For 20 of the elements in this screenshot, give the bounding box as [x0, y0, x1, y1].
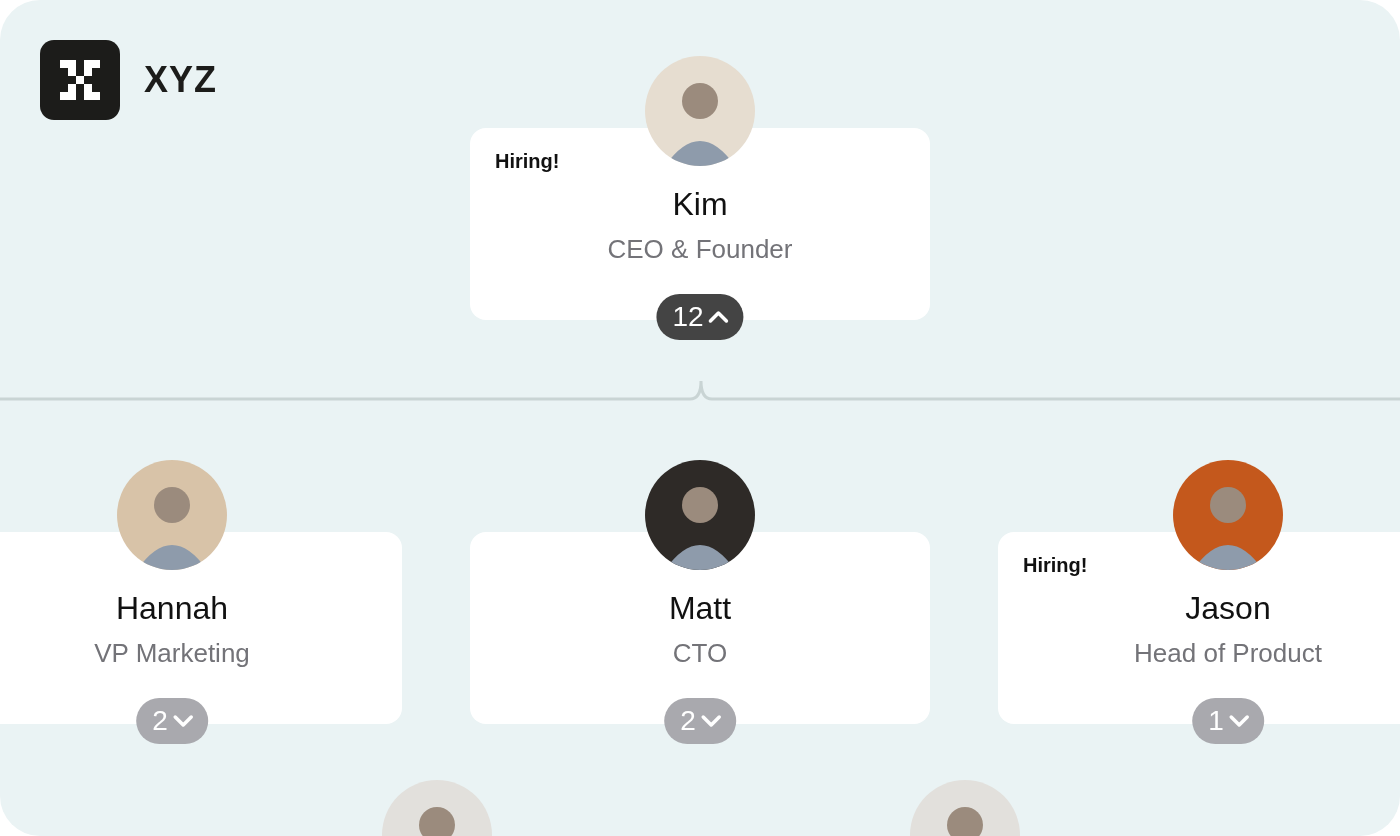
brand-name: XYZ [144, 59, 217, 101]
chevron-up-icon [707, 310, 730, 324]
person-title: VP Marketing [94, 638, 250, 668]
chevron-down-icon [1227, 714, 1250, 728]
chevron-down-icon [699, 714, 722, 728]
chevron-down-icon [171, 714, 194, 728]
person-name: Jason [1185, 590, 1271, 626]
expand-toggle[interactable]: 1 [1192, 698, 1264, 744]
person-name: Hannah [115, 590, 229, 626]
hiring-label: Hiring! [495, 150, 560, 173]
person-title: Head of Product [1134, 638, 1322, 668]
expand-toggle[interactable]: 2 [136, 698, 208, 744]
expand-toggle[interactable]: 2 [664, 698, 736, 744]
person-title: CEO & Founder [607, 234, 793, 264]
person-name: Matt [668, 590, 732, 626]
logo-icon [40, 40, 120, 120]
person-title: CTO [672, 638, 728, 668]
expand-toggle[interactable]: 12 [656, 294, 744, 340]
hiring-label: Hiring! [1023, 554, 1088, 577]
person-name: Kim [672, 186, 728, 222]
